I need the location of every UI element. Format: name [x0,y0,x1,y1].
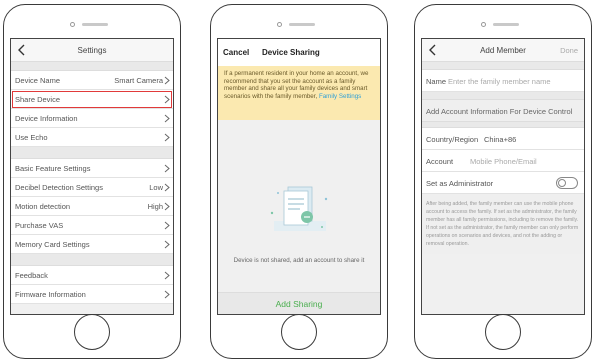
row-label: Device Name [15,76,61,85]
speaker-slot [82,23,108,26]
settings-screen: Settings Device Name Smart Camera Share … [10,38,174,315]
settings-row-memory-card[interactable]: Memory Card Settings [11,235,173,254]
add-member-screen: Add Member Done Name Enter the family me… [421,38,585,315]
chevron-right-icon [164,164,170,173]
add-member-nav-bar: Add Member Done [422,39,584,62]
account-input[interactable]: Mobile Phone/Email [470,157,537,166]
admin-note: After being added, the family member can… [422,194,584,254]
camera-dot [70,22,75,27]
country-value: China+86 [484,135,517,144]
phone-add-member: Add Member Done Name Enter the family me… [414,4,592,359]
row-label: Basic Feature Settings [15,164,91,173]
settings-row-feedback[interactable]: Feedback [11,266,173,285]
settings-row-firmware[interactable]: Firmware Information [11,285,173,304]
toggle-knob [558,179,566,187]
home-button[interactable] [485,314,521,350]
row-label: Share Device [15,95,61,104]
settings-row-motion-detection[interactable]: Motion detection High [11,197,173,216]
section-title: Add Account Information For Device Contr… [422,100,584,122]
phone-settings: Settings Device Name Smart Camera Share … [3,4,181,359]
admin-toggle[interactable] [556,177,578,189]
home-button[interactable] [74,314,110,350]
section-gap [422,92,584,100]
family-settings-link[interactable]: Family Settings [319,93,361,100]
chevron-right-icon [164,183,170,192]
section-gap [11,254,173,266]
settings-row-share-device[interactable]: Share Device [11,90,173,109]
admin-row: Set as Administrator [422,172,584,194]
name-label: Name [426,77,447,86]
country-label: Country/Region [426,135,479,144]
name-input[interactable]: Enter the family member name [448,77,551,86]
empty-share-illustration-icon [270,186,328,231]
sharing-screen: Cancel Device Sharing If a permanent res… [217,38,381,315]
admin-label: Set as Administrator [426,179,494,188]
chevron-right-icon [164,76,170,85]
chevron-right-icon [164,271,170,280]
settings-row-device-name[interactable]: Device Name Smart Camera [11,71,173,90]
speaker-slot [493,23,519,26]
chevron-right-icon [164,240,170,249]
family-notice: If a permanent resident in your home an … [218,66,380,120]
row-label: Firmware Information [15,290,86,299]
done-button[interactable]: Done [560,46,578,55]
settings-row-device-information[interactable]: Device Information [11,109,173,128]
add-sharing-button[interactable]: Add Sharing [218,292,380,314]
row-label: Device Information [15,114,78,123]
speaker-slot [289,23,315,26]
settings-row-decibel-detection[interactable]: Decibel Detection Settings Low [11,178,173,197]
chevron-right-icon [164,202,170,211]
phone-device-sharing: Cancel Device Sharing If a permanent res… [210,4,388,359]
section-gap [11,147,173,159]
chevron-right-icon [164,133,170,142]
settings-row-purchase-vas[interactable]: Purchase VAS [11,216,173,235]
chevron-right-icon [164,221,170,230]
row-value: Low [149,183,163,192]
chevron-right-icon [164,290,170,299]
country-row[interactable]: Country/Region China+86 [422,128,584,150]
section-gap [11,62,173,71]
camera-dot [277,22,282,27]
sharing-nav-bar: Cancel Device Sharing [218,39,380,66]
row-label: Decibel Detection Settings [15,183,103,192]
row-label: Feedback [15,271,48,280]
settings-row-basic-feature[interactable]: Basic Feature Settings [11,159,173,178]
row-value: Smart Camera [114,76,163,85]
account-row: Account Mobile Phone/Email [422,150,584,172]
empty-state-text: Device is not shared, add an account to … [233,257,365,264]
row-label: Purchase VAS [15,221,64,230]
row-value: High [147,202,163,211]
settings-row-use-echo[interactable]: Use Echo [11,128,173,147]
row-label: Memory Card Settings [15,240,90,249]
camera-dot [481,22,486,27]
page-title: Device Sharing [262,48,320,57]
home-button[interactable] [281,314,317,350]
account-label: Account [426,157,454,166]
row-label: Use Echo [15,133,48,142]
settings-nav-bar: Settings [11,39,173,62]
name-row: Name Enter the family member name [422,70,584,92]
section-gap [422,62,584,70]
chevron-right-icon [164,95,170,104]
cancel-button[interactable]: Cancel [223,48,249,57]
chevron-right-icon [164,114,170,123]
page-title: Settings [77,46,107,55]
row-label: Motion detection [15,202,71,211]
